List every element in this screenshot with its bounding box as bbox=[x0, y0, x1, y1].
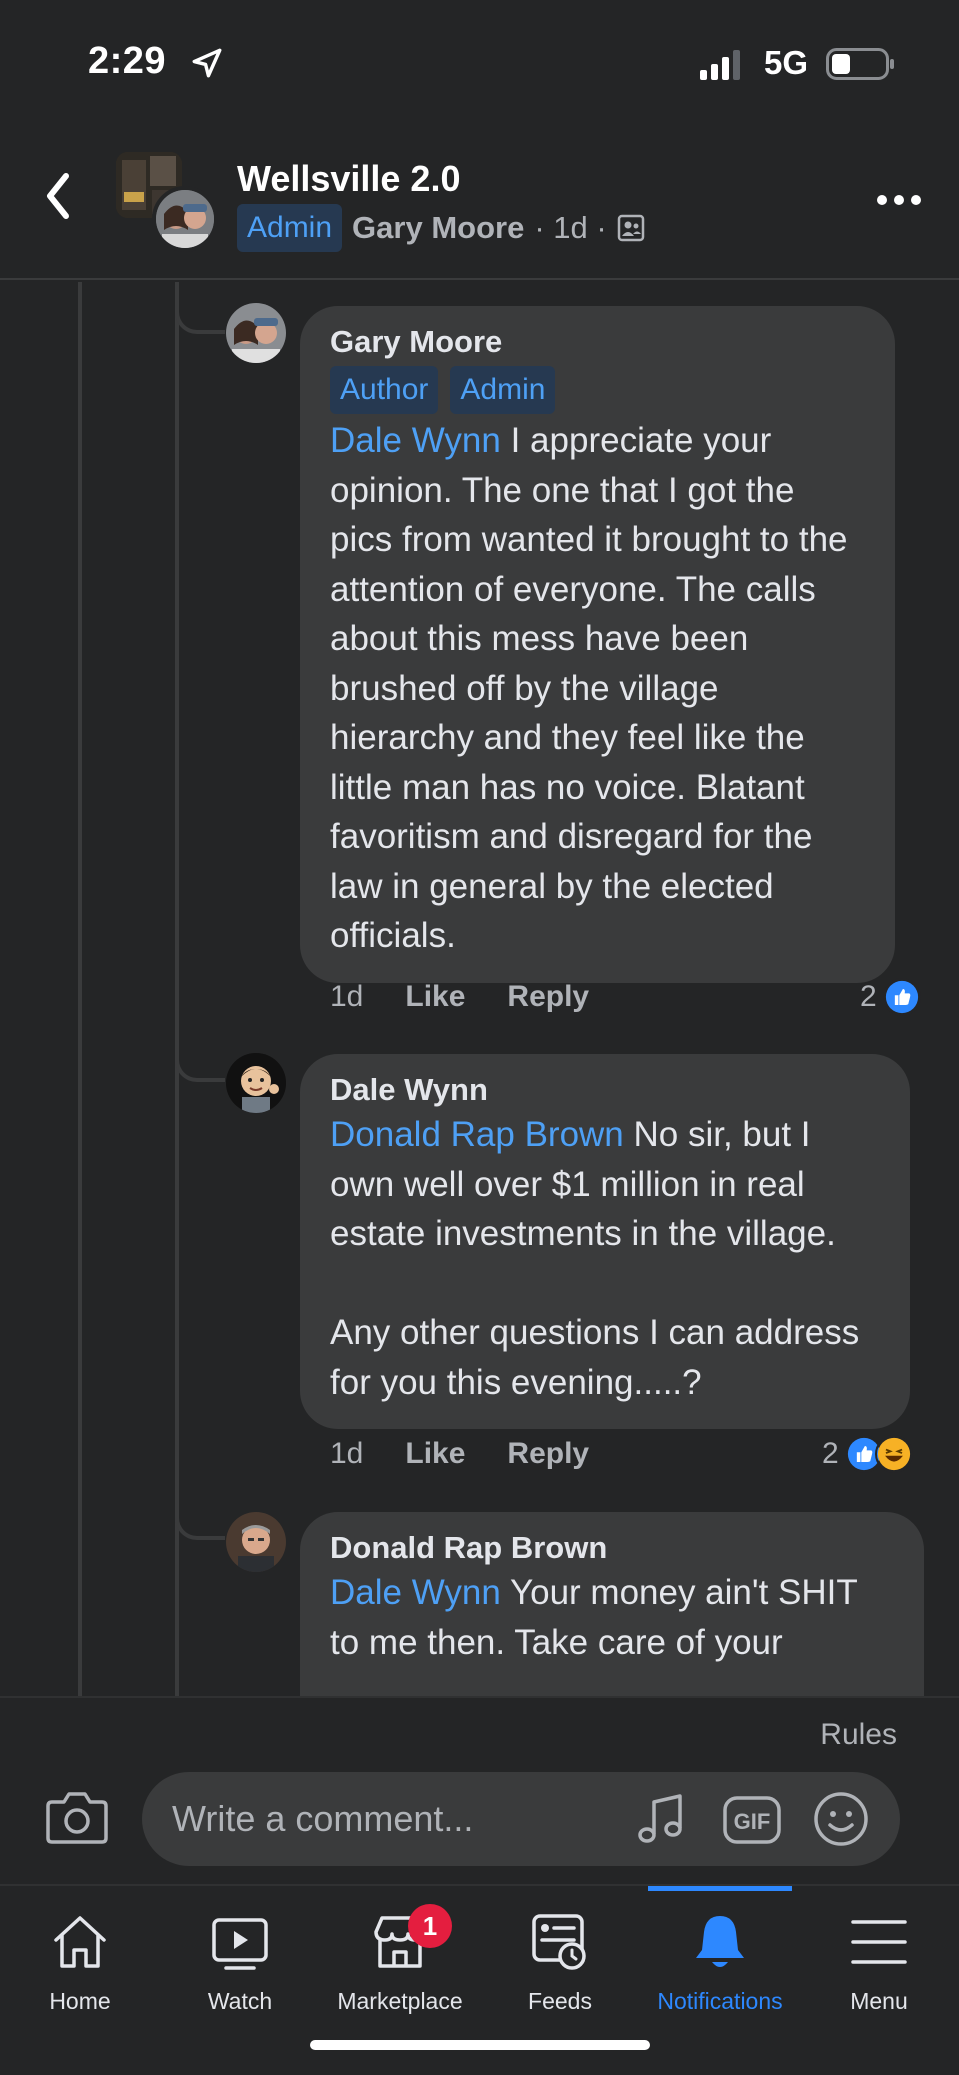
comment-actions: 1d Like Reply bbox=[330, 1437, 589, 1471]
network-type: 5G bbox=[764, 44, 809, 81]
comment-text: Donald Rap Brown No sir, but I own well … bbox=[330, 1110, 880, 1407]
comment-input-container: GIF bbox=[142, 1772, 900, 1866]
hamburger-icon bbox=[851, 1920, 907, 1964]
home-icon bbox=[54, 1916, 106, 1968]
active-tab-indicator bbox=[648, 1886, 792, 1891]
like-button[interactable]: Like bbox=[405, 980, 465, 1014]
comment-body: I appreciate your opinion. The one that … bbox=[330, 421, 848, 955]
tab-home[interactable]: Home bbox=[0, 1910, 160, 2020]
tab-label: Notifications bbox=[657, 1988, 783, 2014]
comment-avatar[interactable] bbox=[226, 303, 286, 363]
comment-author[interactable]: Donald Rap Brown bbox=[330, 1530, 894, 1566]
like-button[interactable]: Like bbox=[405, 1437, 465, 1471]
camera-icon[interactable] bbox=[46, 1790, 108, 1844]
thread-line bbox=[78, 282, 82, 1696]
tab-label: Marketplace bbox=[337, 1988, 463, 2014]
reaction-count: 2 bbox=[822, 1437, 839, 1470]
reply-button[interactable]: Reply bbox=[507, 1437, 589, 1471]
haha-reaction-icon bbox=[874, 1435, 913, 1473]
comment-time: 1d bbox=[330, 1437, 364, 1470]
reply-connector bbox=[175, 1056, 225, 1082]
comment-author[interactable]: Gary Moore bbox=[330, 324, 865, 360]
feeds-icon bbox=[532, 1914, 586, 1970]
members-only-icon bbox=[617, 214, 644, 242]
reaction-count: 2 bbox=[860, 980, 877, 1013]
mention-link[interactable]: Donald Rap Brown bbox=[330, 1115, 624, 1154]
comment-bubble: Gary Moore Author Admin Dale Wynn I appr… bbox=[300, 306, 895, 983]
comment-time: 1d bbox=[330, 980, 364, 1013]
tab-menu[interactable]: Menu bbox=[799, 1910, 959, 2020]
location-arrow-icon bbox=[192, 48, 222, 78]
tab-label: Feeds bbox=[528, 1988, 592, 2014]
back-chevron-icon[interactable] bbox=[36, 166, 80, 226]
rules-link[interactable]: Rules bbox=[820, 1718, 897, 1752]
post-meta: Admin Gary Moore · 1d · bbox=[237, 204, 645, 252]
post-author[interactable]: Gary Moore bbox=[352, 210, 524, 246]
like-reaction-icon bbox=[882, 978, 921, 1016]
author-avatar[interactable] bbox=[152, 186, 218, 252]
dale-wynn-avatar bbox=[226, 1053, 286, 1113]
tab-label: Watch bbox=[207, 1988, 273, 2014]
comment-actions: 1d Like Reply bbox=[330, 980, 589, 1014]
comment-input[interactable] bbox=[172, 1792, 612, 1846]
comment-text: Dale Wynn Your money ain't SHIT to me th… bbox=[330, 1568, 894, 1667]
gary-moore-photo bbox=[226, 303, 286, 363]
tab-feeds[interactable]: Feeds bbox=[480, 1910, 640, 2020]
status-bar: 2:29 5G bbox=[0, 0, 959, 130]
comment-bubble: Dale Wynn Donald Rap Brown No sir, but I… bbox=[300, 1054, 910, 1429]
post-time: · 1d · bbox=[534, 210, 607, 245]
admin-badge: Admin bbox=[237, 204, 343, 252]
comment-text: Dale Wynn I appreciate your opinion. The… bbox=[330, 416, 865, 961]
home-indicator[interactable] bbox=[310, 2040, 650, 2050]
comment-bubble: Donald Rap Brown Dale Wynn Your money ai… bbox=[300, 1512, 924, 1712]
group-post-header: Wellsville 2.0 Admin Gary Moore · 1d · bbox=[0, 130, 959, 280]
mention-link[interactable]: Dale Wynn bbox=[330, 421, 501, 460]
comment-body: No sir, but I own well over $1 million i… bbox=[330, 1115, 860, 1402]
reply-button[interactable]: Reply bbox=[507, 980, 589, 1014]
tab-marketplace[interactable]: 1 Marketplace bbox=[320, 1904, 480, 2020]
reply-thread-line bbox=[175, 282, 179, 1696]
tab-notifications[interactable]: Notifications bbox=[640, 1910, 800, 2020]
gif-label: GIF bbox=[734, 1809, 771, 1834]
reply-connector bbox=[175, 308, 225, 334]
comment-composer: Rules GIF bbox=[0, 1696, 959, 1884]
music-note-icon[interactable] bbox=[634, 1792, 690, 1848]
comment-badges: Author Admin bbox=[330, 366, 865, 414]
author-badge: Author bbox=[330, 366, 439, 414]
reply-connector bbox=[175, 1514, 225, 1540]
tab-label: Menu bbox=[850, 1988, 908, 2014]
signal-bars-icon bbox=[700, 50, 740, 80]
comment-author[interactable]: Dale Wynn bbox=[330, 1072, 880, 1108]
donald-rap-brown-photo bbox=[226, 1512, 286, 1572]
tab-watch[interactable]: Watch bbox=[160, 1910, 320, 2020]
gif-icon[interactable]: GIF bbox=[722, 1792, 782, 1848]
watch-icon bbox=[212, 1918, 268, 1970]
group-name[interactable]: Wellsville 2.0 bbox=[237, 158, 460, 200]
comment-avatar[interactable] bbox=[226, 1053, 286, 1113]
notification-count-badge: 1 bbox=[408, 1904, 452, 1948]
reaction-summary[interactable]: 2 bbox=[860, 978, 921, 1016]
status-time: 2:29 bbox=[88, 40, 167, 82]
battery-icon bbox=[826, 48, 894, 80]
emoji-icon[interactable] bbox=[812, 1790, 870, 1848]
author-photo bbox=[156, 190, 214, 248]
comment-avatar[interactable] bbox=[226, 1512, 286, 1572]
bell-icon bbox=[696, 1916, 744, 1967]
reaction-summary[interactable]: 2 bbox=[822, 1435, 913, 1473]
admin-badge: Admin bbox=[450, 366, 556, 414]
mention-link[interactable]: Dale Wynn bbox=[330, 1573, 501, 1612]
more-options-icon[interactable] bbox=[874, 190, 924, 210]
tab-label: Home bbox=[49, 1988, 111, 2014]
